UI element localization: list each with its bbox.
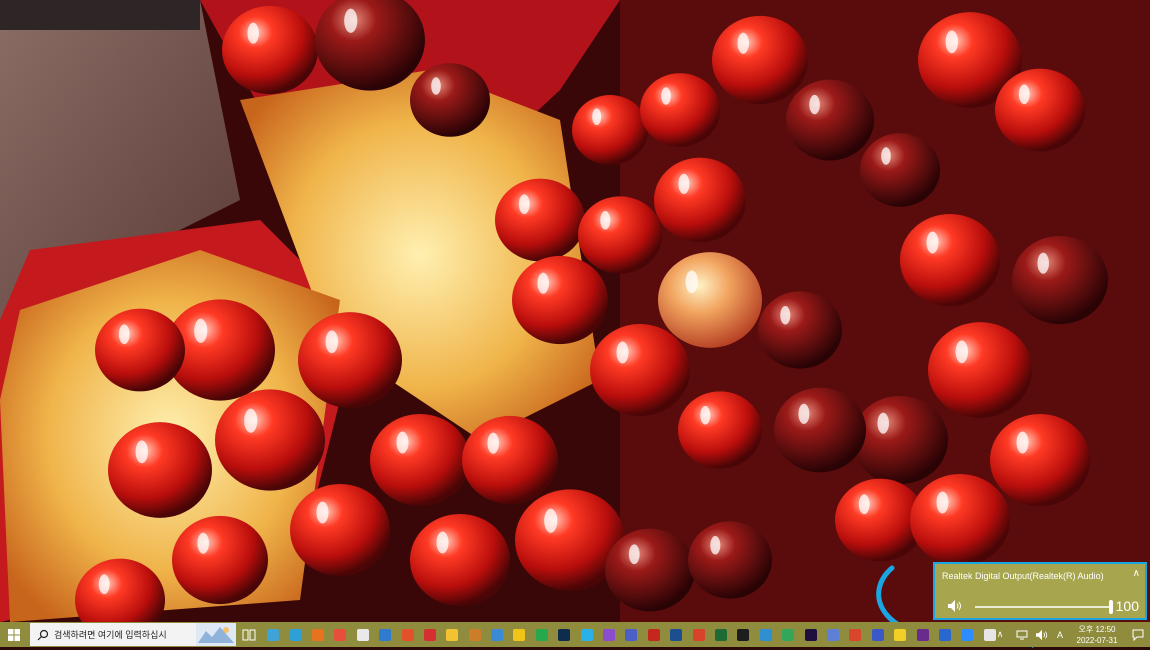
taskbar-app-1[interactable]	[262, 622, 284, 647]
taskbar-app-explorer[interactable]	[441, 622, 463, 647]
clock-date: 2022-07-31	[1076, 635, 1118, 645]
volume-slider-thumb[interactable]	[1109, 600, 1113, 614]
desktop-wallpaper	[0, 0, 1150, 622]
start-button[interactable]	[0, 622, 28, 647]
app-office-icon	[401, 628, 414, 641]
app-chrome-icon	[334, 628, 347, 641]
taskbar-app-store[interactable]	[352, 622, 374, 647]
search-icon	[37, 629, 49, 640]
taskbar-app-22[interactable]	[755, 622, 777, 647]
taskbar-app-10[interactable]	[486, 622, 508, 647]
notification-center-button[interactable]	[1126, 622, 1150, 647]
app-30-icon	[938, 628, 951, 641]
clock-time: 오후 12:50	[1078, 624, 1116, 634]
taskbar-app-11[interactable]	[508, 622, 530, 647]
taskbar-app-filezilla[interactable]	[643, 622, 665, 647]
app-12-icon	[535, 628, 548, 641]
taskbar-app-30[interactable]	[934, 622, 956, 647]
task-view-icon	[242, 629, 256, 640]
taskbar-app-12[interactable]	[531, 622, 553, 647]
taskbar-app-27[interactable]	[867, 622, 889, 647]
taskbar-app-26[interactable]	[844, 622, 866, 647]
app-10-icon	[491, 628, 504, 641]
app-14-icon	[580, 628, 593, 641]
taskbar-app-firefox[interactable]	[307, 622, 329, 647]
app-26-icon	[849, 628, 862, 641]
app-photoshop-icon	[558, 628, 571, 641]
app-acrobat-icon	[423, 628, 436, 641]
app-mail-icon	[379, 628, 392, 641]
search-input[interactable]: 검색하려면 여기에 입력하십시	[30, 623, 236, 646]
chevron-up-icon[interactable]: ∧	[1133, 568, 1140, 579]
volume-level-value: 100	[1115, 598, 1139, 614]
taskbar-app-terminal[interactable]	[732, 622, 754, 647]
taskbar: 검색하려면 여기에 입력하십시 ∧ A 오후 12:50 2022-07-31	[0, 622, 1150, 647]
windows-icon	[8, 628, 20, 641]
app-29-icon	[916, 628, 929, 641]
pinned-apps	[262, 622, 1001, 647]
taskbar-app-mail[interactable]	[374, 622, 396, 647]
taskbar-app-9[interactable]	[464, 622, 486, 647]
app-store-icon	[356, 628, 369, 641]
app-explorer-icon	[446, 628, 459, 641]
system-tray: ∧ A 오후 12:50 2022-07-31	[988, 622, 1150, 647]
app-22-icon	[759, 628, 772, 641]
taskbar-app-premiere[interactable]	[799, 622, 821, 647]
search-placeholder: 검색하려면 여기에 입력하십시	[54, 630, 167, 640]
taskbar-app-23[interactable]	[777, 622, 799, 647]
app-premiere-icon	[804, 628, 817, 641]
speaker-icon[interactable]	[947, 599, 963, 613]
app-edge-icon	[289, 628, 302, 641]
volume-flyout: Realtek Digital Output(Realtek(R) Audio)…	[933, 562, 1147, 620]
app-visualstudio-icon	[603, 628, 616, 641]
tray-overflow-chevron-icon[interactable]: ∧	[988, 622, 1012, 647]
app-27-icon	[871, 628, 884, 641]
app-25-icon	[826, 628, 839, 641]
taskbar-app-acrobat[interactable]	[419, 622, 441, 647]
app-16-icon	[625, 628, 638, 641]
app-18-icon	[670, 628, 683, 641]
taskbar-app-28[interactable]	[889, 622, 911, 647]
app-terminal-icon	[737, 628, 750, 641]
taskbar-app-18[interactable]	[665, 622, 687, 647]
taskbar-app-25[interactable]	[822, 622, 844, 647]
app-11-icon	[513, 628, 526, 641]
audio-device-name[interactable]: Realtek Digital Output(Realtek(R) Audio)	[942, 571, 1104, 581]
taskbar-app-photoshop[interactable]	[553, 622, 575, 647]
taskbar-app-29[interactable]	[911, 622, 933, 647]
task-view-button[interactable]	[236, 622, 262, 647]
taskbar-app-zoom[interactable]	[956, 622, 978, 647]
taskbar-app-chrome[interactable]	[329, 622, 351, 647]
taskbar-app-16[interactable]	[620, 622, 642, 647]
search-highlight-image	[196, 623, 236, 646]
taskbar-app-visualstudio[interactable]	[598, 622, 620, 647]
taskbar-app-office[interactable]	[396, 622, 418, 647]
volume-tray-icon[interactable]	[1032, 622, 1052, 647]
taskbar-app-19[interactable]	[687, 622, 709, 647]
app-23-icon	[782, 628, 795, 641]
app-9-icon	[468, 628, 481, 641]
app-28-icon	[894, 628, 907, 641]
taskbar-app-20[interactable]	[710, 622, 732, 647]
network-icon[interactable]	[1012, 622, 1032, 647]
app-filezilla-icon	[647, 628, 660, 641]
app-zoom-icon	[961, 628, 974, 641]
app-20-icon	[715, 628, 727, 641]
volume-slider[interactable]	[975, 600, 1113, 614]
app-firefox-icon	[311, 628, 324, 641]
taskbar-app-edge[interactable]	[284, 622, 306, 647]
app-1-icon	[267, 628, 280, 641]
ime-indicator[interactable]: A	[1052, 622, 1068, 647]
app-19-icon	[692, 628, 705, 641]
taskbar-app-14[interactable]	[575, 622, 597, 647]
clock[interactable]: 오후 12:50 2022-07-31	[1068, 624, 1126, 646]
notification-icon	[1132, 629, 1144, 641]
